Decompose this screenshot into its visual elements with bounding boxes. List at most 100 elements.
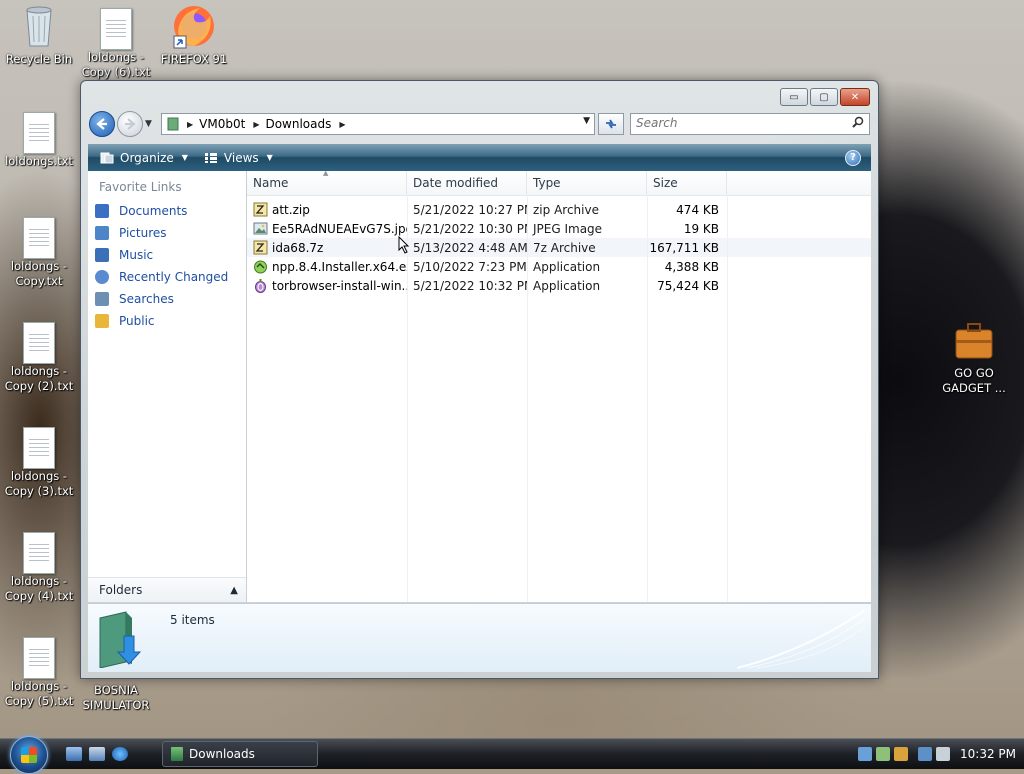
organize-menu[interactable]: Organize ▼	[96, 149, 192, 167]
file-name: torbrowser-install-win...	[272, 278, 407, 293]
column-headers: ▲ Name Date modified Type Size	[247, 169, 871, 196]
sidebar-item-label: Searches	[119, 292, 174, 306]
minimize-button[interactable]: ▭	[780, 88, 808, 106]
desktop-icon-label: Recycle Bin	[5, 52, 73, 66]
sidebar-item-label: Public	[119, 314, 155, 328]
column-divider	[407, 195, 408, 602]
breadcrumb-separator-icon[interactable]: ▶	[253, 120, 259, 129]
column-header-type[interactable]: Type	[527, 171, 647, 195]
favorite-links-heading: Favorite Links	[99, 180, 182, 194]
column-divider	[647, 195, 648, 602]
sidebar-item-searches[interactable]: Searches	[88, 288, 246, 310]
organize-label: Organize	[120, 150, 174, 165]
text-file-icon	[23, 322, 55, 364]
text-file-icon	[23, 532, 55, 574]
recent-pages-dropdown[interactable]: ▼	[145, 119, 155, 129]
refresh-button[interactable]	[598, 113, 624, 135]
network-icon[interactable]	[918, 747, 932, 761]
search-icon[interactable]	[852, 116, 864, 131]
recently-changed-icon	[95, 270, 109, 284]
sidebar-item-public[interactable]: Public	[88, 310, 246, 332]
organize-icon	[100, 152, 114, 163]
breadcrumb-separator-icon[interactable]: ▶	[339, 120, 345, 129]
help-icon[interactable]: ?	[845, 149, 861, 166]
image-icon	[253, 222, 268, 235]
forward-button[interactable]	[117, 111, 143, 137]
file-type: JPEG Image	[533, 221, 603, 236]
desktop-icon-file[interactable]: loldongs - Copy (6).txt	[74, 4, 158, 80]
column-divider	[527, 195, 528, 602]
music-icon	[95, 248, 109, 262]
sidebar-item-label: Recently Changed	[119, 270, 229, 284]
file-row[interactable]: torbrowser-install-win... 5/21/2022 10:3…	[247, 276, 871, 295]
start-button[interactable]	[10, 736, 48, 774]
sidebar-item-documents[interactable]: Documents	[88, 200, 246, 222]
folders-label: Folders	[99, 583, 143, 597]
file-row[interactable]: att.zip 5/21/2022 10:27 PM zip Archive 4…	[247, 200, 871, 219]
downloads-folder-icon	[99, 611, 142, 668]
address-dropdown-icon[interactable]: ▼	[583, 116, 590, 126]
folder-address-icon	[167, 117, 179, 131]
show-desktop-icon[interactable]	[66, 747, 82, 761]
breadcrumb-user[interactable]: VM0b0t	[199, 117, 245, 131]
text-file-icon	[23, 637, 55, 679]
search-input[interactable]	[631, 114, 836, 132]
chevron-up-icon: ▲	[230, 584, 238, 596]
text-file-icon	[100, 8, 132, 50]
searches-icon	[95, 292, 109, 306]
desktop-icon-file[interactable]: loldongs - Copy (4).txt	[0, 528, 81, 604]
desktop-icon-label: FIREFOX 91	[160, 52, 228, 66]
file-list: ▲ Name Date modified Type Size att.zip 5…	[247, 169, 871, 602]
tray-update-icon[interactable]	[876, 747, 890, 761]
file-type: 7z Archive	[533, 240, 596, 255]
folders-toggle[interactable]: Folders ▲	[88, 577, 246, 602]
internet-explorer-icon[interactable]	[112, 747, 128, 761]
column-header-date[interactable]: Date modified	[407, 171, 527, 195]
details-pane: 5 items	[88, 603, 871, 672]
desktop-icon-recycle-bin[interactable]: Recycle Bin	[0, 2, 81, 67]
desktop-icon-file[interactable]: loldongs - Copy.txt	[0, 213, 81, 289]
clock[interactable]: 10:32 PM	[960, 747, 1016, 761]
taskbar: Downloads 10:32 PM	[0, 736, 1024, 774]
maximize-button[interactable]: ▢	[810, 88, 838, 106]
sidebar-item-music[interactable]: Music	[88, 244, 246, 266]
desktop-icon-file[interactable]: loldongs - Copy (2).txt	[0, 318, 81, 394]
back-button[interactable]	[89, 111, 115, 137]
search-box[interactable]	[630, 113, 870, 135]
volume-muted-icon[interactable]	[936, 747, 950, 761]
file-row[interactable]: ida68.7z 5/13/2022 4:48 AM 7z Archive 16…	[247, 238, 871, 257]
address-bar[interactable]: ▶ VM0b0t ▶ Downloads ▶ ▼	[161, 113, 595, 135]
file-name: npp.8.4.Installer.x64.exe	[272, 259, 407, 274]
sidebar-item-pictures[interactable]: Pictures	[88, 222, 246, 244]
desktop-icon-file[interactable]: loldongs.txt	[0, 108, 81, 169]
desktop-icon-file[interactable]: loldongs - Copy (5).txt	[0, 633, 81, 709]
text-file-icon	[23, 427, 55, 469]
file-row[interactable]: npp.8.4.Installer.x64.exe 5/10/2022 7:23…	[247, 257, 871, 276]
views-menu[interactable]: Views ▼	[200, 149, 277, 167]
sidebar-item-recently-changed[interactable]: Recently Changed	[88, 266, 246, 288]
documents-icon	[95, 204, 109, 218]
column-header-size[interactable]: Size	[647, 171, 727, 195]
file-date: 5/21/2022 10:32 PM	[413, 278, 527, 293]
taskbar-button-downloads[interactable]: Downloads	[162, 741, 318, 767]
desktop-icon-gadget[interactable]: GO GO GADGET ...	[932, 316, 1016, 396]
file-row[interactable]: Ee5RAdNUEAEvG7S.jpg 5/21/2022 10:30 PM J…	[247, 219, 871, 238]
breadcrumb-downloads[interactable]: Downloads	[265, 117, 331, 131]
chevron-down-icon: ▼	[266, 153, 273, 162]
desktop-icon-firefox[interactable]: FIREFOX 91	[152, 2, 236, 67]
file-date: 5/10/2022 7:23 PM	[413, 259, 527, 274]
desktop-icon-bosnia-simulator[interactable]: BOSNIA SIMULATOR	[74, 683, 158, 713]
file-name: ida68.7z	[272, 240, 324, 255]
switch-windows-icon[interactable]	[89, 747, 105, 761]
archive-icon	[253, 240, 268, 255]
tray-app-icon[interactable]	[858, 747, 872, 761]
system-tray: 10:32 PM	[854, 739, 1024, 769]
tray-security-icon[interactable]	[894, 747, 908, 761]
explorer-window: ▭ ▢ ✕ ▼ ▶ VM0b0t ▶ Downloads ▶ ▼ Search …	[80, 80, 879, 679]
file-name: att.zip	[272, 202, 310, 217]
column-divider	[727, 195, 728, 602]
desktop-icon-file[interactable]: loldongs - Copy (3).txt	[0, 423, 81, 499]
forward-arrow-icon	[125, 118, 136, 130]
breadcrumb-separator-icon[interactable]: ▶	[187, 120, 193, 129]
close-button[interactable]: ✕	[840, 88, 870, 106]
